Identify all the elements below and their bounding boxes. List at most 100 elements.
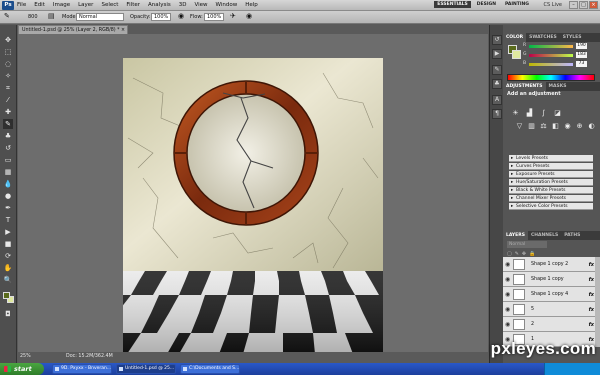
black-white-icon[interactable]: ◧ [551, 122, 560, 131]
menu-view[interactable]: View [194, 2, 207, 8]
document-artboard[interactable] [123, 58, 383, 354]
workspace-design[interactable]: DESIGN [474, 1, 499, 8]
color-balance-icon[interactable]: ⚖ [539, 122, 548, 131]
move-tool-icon[interactable]: ✥ [3, 35, 13, 45]
mode-select[interactable]: Normal [76, 13, 124, 21]
flow-field[interactable]: 100% [204, 13, 224, 21]
tab-styles[interactable]: STYLES [560, 33, 585, 42]
preset-selective-color[interactable]: Selective Color Presets [509, 203, 593, 210]
path-select-tool-icon[interactable]: ▶ [3, 227, 13, 237]
close-button[interactable]: × [589, 1, 598, 9]
layers-scrollbar[interactable] [595, 257, 600, 347]
preset-black-white[interactable]: Black & White Presets [509, 187, 593, 194]
menu-select[interactable]: Select [101, 2, 118, 8]
hue-saturation-icon[interactable]: ▥ [527, 122, 536, 131]
quick-select-tool-icon[interactable]: ✧ [3, 71, 13, 81]
color-panel-bg-swatch[interactable] [512, 50, 521, 59]
brightness-icon[interactable]: ☀ [511, 109, 520, 118]
preset-levels[interactable]: Levels Presets [509, 155, 593, 162]
menu-3d[interactable]: 3D [179, 2, 187, 8]
visibility-eye-icon[interactable]: ◉ [505, 291, 510, 298]
tab-paths[interactable]: PATHS [561, 231, 583, 240]
menu-filter[interactable]: Filter [126, 2, 140, 8]
document-size-readout[interactable]: Doc: 15.2M/362.4M [66, 352, 113, 362]
zoom-tool-icon[interactable]: 🔍 [3, 275, 13, 285]
blue-slider[interactable] [529, 63, 573, 66]
maximize-button[interactable]: □ [579, 1, 588, 9]
history-brush-tool-icon[interactable]: ↺ [3, 143, 13, 153]
layer-effects-icon[interactable]: fx [589, 307, 594, 313]
eyedropper-tool-icon[interactable]: ⁄ [3, 95, 13, 105]
visibility-eye-icon[interactable]: ◉ [505, 321, 510, 328]
layer-effects-icon[interactable]: fx [589, 322, 594, 328]
tab-channels[interactable]: CHANNELS [528, 231, 561, 240]
workspace-painting[interactable]: PAINTING [502, 1, 532, 8]
taskbar-item-photoshop[interactable]: Untitled-1.psd @ 25... [116, 364, 176, 374]
eraser-tool-icon[interactable]: ▭ [3, 155, 13, 165]
green-slider[interactable] [529, 54, 573, 57]
marquee-tool-icon[interactable]: ⬚ [3, 47, 13, 57]
red-slider[interactable] [529, 45, 573, 48]
green-value-field[interactable]: 183 [576, 52, 587, 58]
preset-channel-mixer[interactable]: Channel Mixer Presets [509, 195, 593, 202]
menu-analysis[interactable]: Analysis [148, 2, 171, 8]
preset-exposure[interactable]: Exposure Presets [509, 171, 593, 178]
tab-color[interactable]: COLOR [503, 33, 527, 42]
menu-file[interactable]: File [17, 2, 26, 8]
curves-icon[interactable]: ∫ [539, 109, 548, 118]
menu-window[interactable]: Window [216, 2, 238, 8]
dodge-tool-icon[interactable]: ● [3, 191, 13, 201]
visibility-eye-icon[interactable]: ◉ [505, 276, 510, 283]
menu-image[interactable]: Image [53, 2, 70, 8]
stamp-tool-icon[interactable]: ♣ [3, 131, 13, 141]
lasso-tool-icon[interactable]: ◌ [3, 59, 13, 69]
history-panel-icon[interactable]: ↺ [492, 35, 502, 45]
taskbar-item-browser[interactable]: 9D. Pxyxx - Bnveran... [52, 364, 112, 374]
type-tool-icon[interactable]: T [3, 215, 13, 225]
layer-effects-icon[interactable]: fx [589, 277, 594, 283]
3d-rotate-tool-icon[interactable]: ⟳ [3, 251, 13, 261]
gradient-tool-icon[interactable]: ▦ [3, 167, 13, 177]
layer-effects-icon[interactable]: fx [589, 292, 594, 298]
layer-effects-icon[interactable]: fx [589, 262, 594, 268]
menu-layer[interactable]: Layer [78, 2, 93, 8]
character-panel-icon[interactable]: A [492, 95, 502, 105]
tab-adjustments[interactable]: ADJUSTMENTS [503, 82, 546, 91]
photo-filter-icon[interactable]: ◉ [563, 122, 572, 131]
brush-panel-icon[interactable]: ▤ [48, 12, 55, 20]
taskbar-item-folder[interactable]: C:\Documents and S... [180, 364, 240, 374]
layer-row[interactable]: ◉ Shape 1 copy fx [503, 272, 600, 287]
cs-live-button[interactable]: CS Live [544, 2, 562, 8]
brush-tool-icon[interactable]: ✎ [3, 119, 13, 129]
airbrush-icon[interactable]: ✈ [230, 12, 236, 20]
menu-help[interactable]: Help [245, 2, 258, 8]
workspace-essentials[interactable]: ESSENTIALS [434, 1, 471, 8]
red-value-field[interactable]: 190 [576, 43, 587, 49]
minimize-button[interactable]: – [569, 1, 578, 9]
foreground-color-swatch[interactable] [3, 292, 10, 299]
document-tab[interactable]: Untitled-1.psd @ 25% (Layer 2, RGB/8) * … [18, 25, 128, 34]
layer-row[interactable]: ◉ Shape 1 copy 4 fx [503, 287, 600, 302]
brushes-panel-icon[interactable]: ✎ [492, 65, 502, 75]
crop-tool-icon[interactable]: ⌗ [3, 83, 13, 93]
paragraph-panel-icon[interactable]: ¶ [492, 109, 502, 119]
menu-edit[interactable]: Edit [34, 2, 45, 8]
healing-tool-icon[interactable]: ✚ [3, 107, 13, 117]
visibility-eye-icon[interactable]: ◉ [505, 261, 510, 268]
preset-curves[interactable]: Curves Presets [509, 163, 593, 170]
brush-size-readout[interactable]: 800 [28, 14, 38, 20]
vibrance-icon[interactable]: ▽ [515, 122, 524, 131]
tab-masks[interactable]: MASKS [546, 82, 570, 91]
blue-value-field[interactable]: 73 [576, 61, 587, 67]
opacity-field[interactable]: 100% [151, 13, 171, 21]
start-button[interactable]: start [0, 363, 44, 375]
tab-swatches[interactable]: SWATCHES [526, 33, 560, 42]
pressure-opacity-icon[interactable]: ◉ [178, 12, 184, 20]
layer-row[interactable]: ◉ Shape 1 copy 2 fx [503, 257, 600, 272]
layer-row[interactable]: ◉ 2 fx [503, 317, 600, 332]
channel-mixer-icon[interactable]: ⊕ [575, 122, 584, 131]
color-spectrum-bar[interactable] [507, 74, 595, 81]
levels-icon[interactable]: ▟ [525, 109, 534, 118]
pressure-size-icon[interactable]: ◉ [246, 12, 252, 20]
preset-hue-saturation[interactable]: Hue/Saturation Presets [509, 179, 593, 186]
